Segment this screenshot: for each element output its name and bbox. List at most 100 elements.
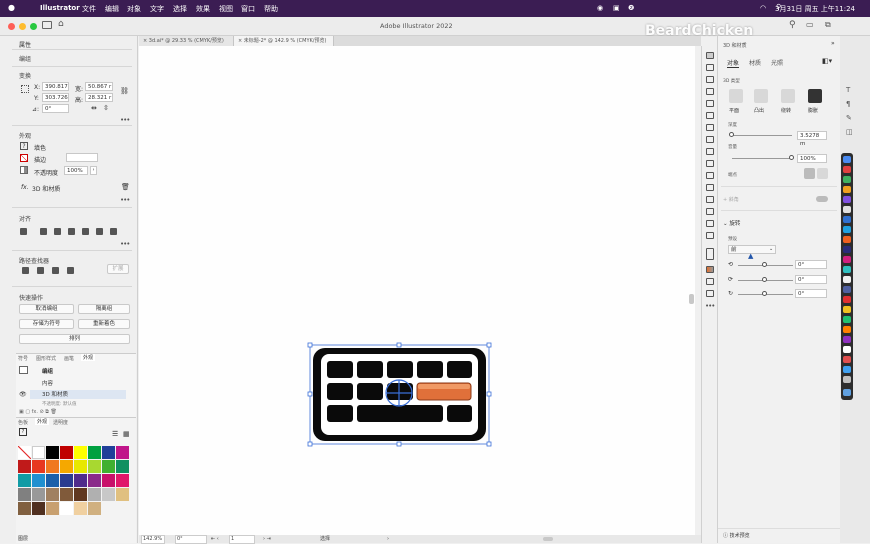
rotate-z-field[interactable]: 0° — [795, 289, 827, 298]
pen-tool-icon[interactable] — [706, 76, 714, 83]
inflate-type-icon[interactable] — [808, 89, 822, 103]
close-window-button[interactable] — [8, 23, 15, 30]
search-icon[interactable]: ⚲ — [789, 20, 796, 30]
status-icon[interactable]: ▣ — [613, 4, 620, 12]
color-swatch[interactable] — [60, 446, 73, 459]
visibility-eye-icon[interactable]: 👁 — [19, 391, 27, 398]
dock-app-icon[interactable] — [843, 196, 851, 203]
color-swatch[interactable] — [88, 502, 101, 515]
bevel-toggle[interactable] — [816, 196, 828, 202]
tab-swatches[interactable]: 色板 — [18, 419, 28, 426]
menu-help[interactable]: 帮助 — [264, 4, 278, 14]
menu-object[interactable]: 对象 — [127, 4, 141, 14]
color-swatch[interactable] — [32, 502, 45, 515]
rectangle-tool-icon[interactable] — [706, 100, 714, 107]
zoom-window-button[interactable] — [30, 23, 37, 30]
color-swatch[interactable] — [46, 488, 59, 501]
dock-app-icon[interactable] — [843, 306, 851, 313]
horizontal-scrollbar[interactable] — [543, 537, 553, 541]
expand-button[interactable]: 扩展 — [107, 264, 129, 274]
color-swatch[interactable] — [116, 460, 129, 473]
angle-field[interactable]: 0° — [42, 104, 69, 113]
color-swatch[interactable] — [60, 488, 73, 501]
color-swatch[interactable] — [74, 460, 87, 473]
color-swatch[interactable] — [60, 502, 73, 515]
tech-preview-link[interactable]: ⓘ 技术预览 — [723, 532, 750, 539]
x-field[interactable]: 390.817 — [42, 82, 69, 91]
keyboard-artwork[interactable] — [307, 342, 492, 447]
align-to-icon[interactable] — [20, 228, 27, 235]
share-icon[interactable]: ⧉ — [825, 20, 831, 30]
minus-front-icon[interactable] — [37, 267, 44, 274]
align-right-icon[interactable] — [68, 228, 75, 235]
artboard-next-icon[interactable]: › ⇥ — [263, 535, 271, 543]
menu-edit[interactable]: 编辑 — [105, 4, 119, 14]
dock-app-icon[interactable] — [843, 326, 851, 333]
clock[interactable]: 3月31日 周五 上午11:24 — [775, 4, 855, 14]
record-icon[interactable]: ◉ — [597, 4, 603, 12]
direct-selection-tool-icon[interactable] — [706, 64, 714, 71]
menu-type[interactable]: 文字 — [150, 4, 164, 14]
color-swatch[interactable] — [74, 446, 87, 459]
dock-app-icon[interactable] — [843, 376, 851, 383]
rotate-tool-icon[interactable] — [706, 136, 714, 143]
rotation-title[interactable]: ⌄ 旋转 — [723, 219, 740, 227]
dock-app-icon[interactable] — [843, 366, 851, 373]
strip-icon-4[interactable]: ◫ — [846, 128, 853, 136]
color-swatch[interactable] — [32, 474, 45, 487]
align-top-icon[interactable] — [82, 228, 89, 235]
tab-materials[interactable]: 材质 — [749, 58, 761, 67]
color-swatch[interactable] — [74, 488, 87, 501]
scissors-tool-icon[interactable] — [706, 148, 714, 155]
minimize-window-button[interactable] — [19, 23, 26, 30]
opacity-field[interactable]: 100% — [64, 166, 88, 175]
color-swatch[interactable] — [32, 488, 45, 501]
revolve-type-icon[interactable] — [781, 89, 795, 103]
rotate-z-knob[interactable] — [762, 291, 767, 296]
color-swatch[interactable] — [18, 502, 31, 515]
tab-untitled-doc[interactable]: × 未标题-2* @ 142.9 % (CMYK/预览) — [234, 36, 334, 46]
extrude-type-icon[interactable] — [754, 89, 768, 103]
flip-vertical-icon[interactable]: ⇳ — [103, 104, 109, 112]
color-swatch[interactable] — [102, 474, 115, 487]
dock-app-icon[interactable] — [843, 356, 851, 363]
row-3d-effect[interactable]: 3D 和材质 — [30, 390, 126, 399]
dock-app-icon[interactable] — [843, 276, 851, 283]
dock-app-icon[interactable] — [843, 216, 851, 223]
tab-brushes[interactable]: 画笔 — [64, 355, 74, 362]
ungroup-button[interactable]: 取消编组 — [19, 304, 74, 314]
strip-icon-2[interactable]: ¶ — [846, 100, 850, 108]
color-swatch[interactable] — [88, 488, 101, 501]
artboard-canvas[interactable] — [139, 46, 695, 535]
dock-app-icon[interactable] — [843, 156, 851, 163]
draw-mode-icon[interactable] — [706, 278, 714, 285]
tab-symbols[interactable]: 符号 — [18, 355, 28, 362]
dock-app-icon[interactable] — [843, 246, 851, 253]
align-center-icon[interactable] — [54, 228, 61, 235]
layers-footer-tab[interactable]: 图层 — [18, 535, 28, 542]
color-swatch[interactable] — [46, 446, 59, 459]
menu-effect[interactable]: 效果 — [196, 4, 210, 14]
color-swatch[interactable] — [74, 474, 87, 487]
row-group[interactable]: 编组 — [42, 367, 53, 375]
color-swatch[interactable] — [88, 474, 101, 487]
curvature-tool-icon[interactable] — [706, 88, 714, 95]
row-contents[interactable]: 内容 — [42, 379, 53, 387]
menu-select[interactable]: 选择 — [173, 4, 187, 14]
fill-stroke-icon[interactable]: ? — [19, 428, 27, 436]
dock-app-icon[interactable] — [843, 346, 851, 353]
stroke-weight-field[interactable] — [66, 153, 98, 162]
home-icon[interactable]: ⌂ — [58, 19, 64, 29]
color-swatch[interactable] — [60, 460, 73, 473]
cap-off-icon[interactable] — [817, 168, 828, 179]
sidebar-toggle-icon[interactable] — [42, 21, 52, 29]
menu-window[interactable]: 窗口 — [241, 4, 255, 14]
strip-icon-1[interactable]: T — [846, 86, 850, 94]
color-swatch[interactable] — [102, 488, 115, 501]
dock-app-icon[interactable] — [843, 206, 851, 213]
render-icon[interactable]: ◧▾ — [822, 57, 832, 65]
unite-icon[interactable] — [22, 267, 29, 274]
dock-app-icon[interactable] — [843, 236, 851, 243]
dock-app-icon[interactable] — [843, 316, 851, 323]
panel-close-icon[interactable]: » — [831, 40, 835, 47]
